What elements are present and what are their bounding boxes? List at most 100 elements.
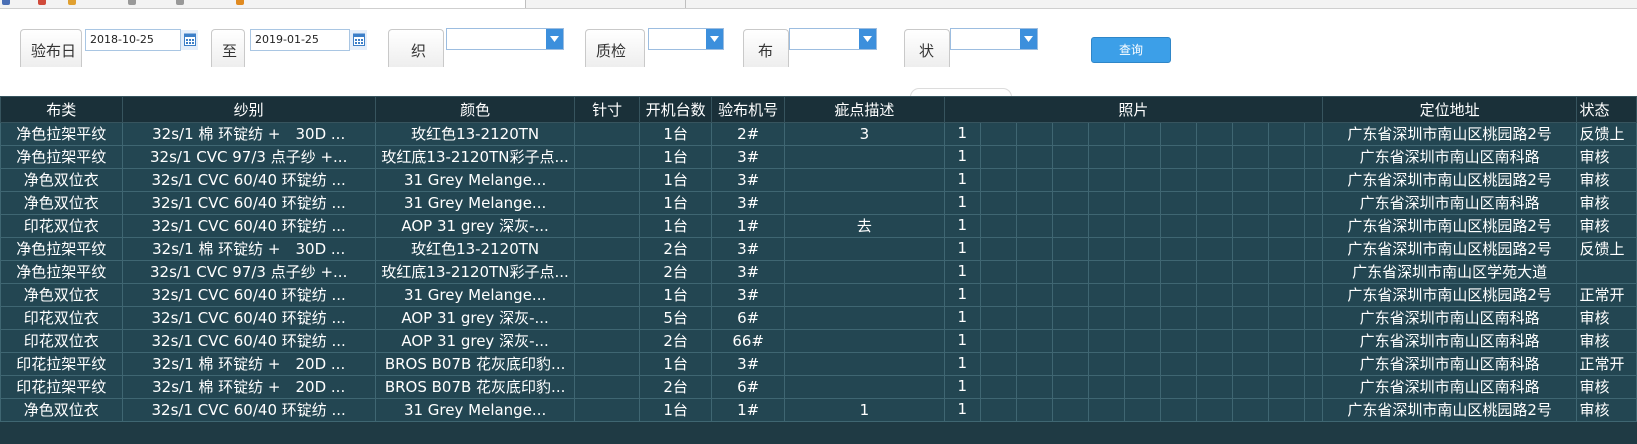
fabric-select[interactable] [789, 28, 877, 50]
photo-slot[interactable] [1017, 399, 1053, 421]
photo-slot[interactable] [1089, 284, 1125, 306]
photo-slot[interactable] [1053, 192, 1089, 214]
cell-address[interactable]: 广东省深圳市南山区桃园路2号 [1321, 283, 1578, 307]
photo-slot[interactable] [1125, 330, 1161, 352]
photo-slot[interactable] [1053, 307, 1089, 329]
cell-defect[interactable] [783, 260, 945, 284]
cell-address[interactable]: 广东省深圳市南山区桃园路2号 [1321, 122, 1578, 146]
cell-defect[interactable]: 3 [783, 122, 945, 146]
photo-slot[interactable] [1197, 146, 1233, 168]
photo-slot[interactable] [1161, 215, 1197, 237]
cell-gauge[interactable] [574, 329, 640, 353]
cell-machines[interactable]: 1台 [638, 122, 713, 146]
cell-machines[interactable]: 2台 [638, 329, 713, 353]
photo-slot[interactable]: 1 [945, 123, 981, 145]
cell-fabric[interactable]: 净色拉架平纹 [0, 237, 123, 261]
cell-yarn[interactable]: 32s/1 棉 环锭纺 + 20D ... [121, 375, 376, 399]
cell-address[interactable]: 广东省深圳市南山区南科路 [1321, 306, 1578, 330]
photo-slot[interactable] [981, 353, 1017, 375]
photo-slot[interactable] [1161, 192, 1197, 214]
photo-slot[interactable]: 1 [945, 215, 981, 237]
photo-slot[interactable] [1017, 330, 1053, 352]
photo-slot[interactable] [1269, 192, 1305, 214]
cell-address[interactable]: 广东省深圳市南山区南科路 [1321, 191, 1578, 215]
cell-photo[interactable]: 1 [943, 352, 1323, 376]
table-row[interactable]: 印花双位衣 32s/1 CVC 60/40 环锭纺 ... AOP 31 grey … [0, 214, 1637, 238]
cell-yarn[interactable]: 32s/1 棉 环锭纺 + 30D ... [121, 122, 376, 146]
photo-slot[interactable] [1197, 330, 1233, 352]
photo-slot[interactable] [1089, 353, 1125, 375]
photo-slot[interactable] [1233, 376, 1269, 398]
cell-machines[interactable]: 1台 [638, 191, 713, 215]
cell-photo[interactable]: 1 [943, 329, 1323, 353]
cell-machine-no[interactable]: 3# [711, 145, 785, 169]
cell-address[interactable]: 广东省深圳市南山区桃园路2号 [1321, 237, 1578, 261]
photo-slot[interactable] [1089, 330, 1125, 352]
cell-photo[interactable]: 1 [943, 122, 1323, 146]
photo-slot[interactable] [981, 307, 1017, 329]
cell-color[interactable]: 31 Grey Melange... [374, 398, 576, 422]
cell-machine-no[interactable]: 1# [711, 214, 785, 238]
photo-slot[interactable] [1161, 399, 1197, 421]
photo-slot[interactable] [1125, 238, 1161, 260]
photo-slot[interactable] [1233, 261, 1269, 283]
cell-fabric[interactable]: 印花双位衣 [0, 306, 123, 330]
cell-gauge[interactable] [574, 214, 640, 238]
photo-slot[interactable]: 1 [945, 169, 981, 191]
cell-yarn[interactable]: 32s/1 棉 环锭纺 + 20D ... [121, 352, 376, 376]
cell-photo[interactable]: 1 [943, 260, 1323, 284]
photo-slot[interactable] [1197, 261, 1233, 283]
cell-photo[interactable]: 1 [943, 306, 1323, 330]
cell-photo[interactable]: 1 [943, 398, 1323, 422]
cell-machines[interactable]: 1台 [638, 352, 713, 376]
photo-slot[interactable] [981, 261, 1017, 283]
photo-slot[interactable] [1233, 238, 1269, 260]
cell-machines[interactable]: 1台 [638, 145, 713, 169]
browser-tab[interactable] [525, 0, 686, 8]
photo-slot[interactable] [981, 146, 1017, 168]
cell-status[interactable]: 审核 [1576, 306, 1637, 330]
photo-slot[interactable] [1197, 353, 1233, 375]
photo-slot[interactable] [981, 123, 1017, 145]
chevron-down-icon[interactable] [1020, 29, 1037, 49]
cell-defect[interactable] [783, 237, 945, 261]
cell-status[interactable]: 正常开 [1576, 352, 1637, 376]
column-header-photo[interactable]: 照片 [943, 96, 1323, 123]
cell-photo[interactable]: 1 [943, 283, 1323, 307]
cell-color[interactable]: 玫红色13-2120TN [374, 122, 576, 146]
photo-slot[interactable]: 1 [945, 261, 981, 283]
cell-yarn[interactable]: 32s/1 棉 环锭纺 + 30D ... [121, 237, 376, 261]
cell-machine-no[interactable]: 2# [711, 122, 785, 146]
photo-slot[interactable] [1233, 330, 1269, 352]
browser-tab[interactable] [360, 0, 526, 8]
photo-slot[interactable] [981, 215, 1017, 237]
cell-machines[interactable]: 2台 [638, 260, 713, 284]
photo-slot[interactable] [1161, 261, 1197, 283]
cell-photo[interactable]: 1 [943, 191, 1323, 215]
photo-slot[interactable] [1269, 169, 1305, 191]
photo-slot[interactable] [1269, 238, 1305, 260]
photo-slot[interactable] [1125, 192, 1161, 214]
photo-slot[interactable] [1161, 146, 1197, 168]
cell-address[interactable]: 广东省深圳市南山区桃园路2号 [1321, 398, 1578, 422]
cell-defect[interactable] [783, 375, 945, 399]
cell-status[interactable]: 审核 [1576, 191, 1637, 215]
photo-slot[interactable] [1053, 399, 1089, 421]
cell-fabric[interactable]: 净色双位衣 [0, 168, 123, 192]
cell-machine-no[interactable]: 3# [711, 237, 785, 261]
column-header-machine-no[interactable]: 验布机号 [711, 96, 785, 123]
cell-fabric[interactable]: 印花双位衣 [0, 214, 123, 238]
photo-slot[interactable] [1161, 307, 1197, 329]
photo-slot[interactable] [1053, 169, 1089, 191]
photo-slot[interactable] [1197, 399, 1233, 421]
cell-defect[interactable] [783, 352, 945, 376]
photo-slot[interactable] [1017, 215, 1053, 237]
cell-photo[interactable]: 1 [943, 237, 1323, 261]
cell-color[interactable]: 31 Grey Melange... [374, 191, 576, 215]
qc-select[interactable] [648, 28, 724, 50]
column-header-defect[interactable]: 疵点描述 [783, 96, 945, 123]
photo-slot[interactable] [981, 192, 1017, 214]
cell-defect[interactable]: 去 [783, 214, 945, 238]
table-row[interactable]: 净色双位衣 32s/1 CVC 60/40 环锭纺 ... 31 Grey Mela… [0, 168, 1637, 192]
cell-fabric[interactable]: 净色拉架平纹 [0, 122, 123, 146]
